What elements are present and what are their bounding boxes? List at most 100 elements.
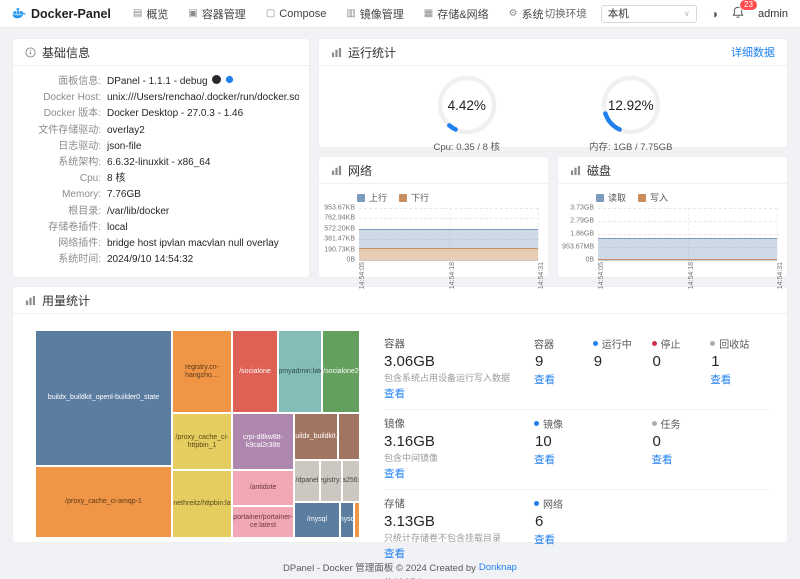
theme-toggle-icon[interactable]: ◑	[711, 7, 718, 21]
nav-item-存储&网络[interactable]: ▦存储&网络	[424, 6, 489, 22]
nav-item-概览[interactable]: ▤ 概览	[133, 6, 168, 22]
notification-bell-icon[interactable]: 23	[732, 6, 744, 22]
legend-swatch	[357, 194, 365, 202]
legend-swatch	[596, 194, 604, 202]
y-axis-tick: 190.73KB	[324, 246, 355, 253]
bug-icon[interactable]	[225, 74, 234, 90]
count-stat-view-link[interactable]: 查看	[534, 532, 555, 547]
x-axis-tick: 14:54:31	[777, 262, 784, 289]
disk-chart-title: 磁盘	[587, 162, 611, 179]
disk-chart-card: 磁盘 读取写入3.73GB2.79GB1.86GB953.67MB0B14:54…	[557, 156, 788, 278]
nav-item-镜像管理[interactable]: ▥镜像管理	[346, 6, 403, 22]
stat-row: 容器3.06GB包含系统占用设备运行写入数据查看容器9查看运行中9停止0回收站1…	[384, 330, 769, 410]
user-menu[interactable]: admin	[758, 8, 788, 20]
top-bar: Docker-Panel ▤ 概览 ▣容器管理 ▢Compose ▥镜像管理 ▦存储&网络…	[0, 0, 800, 28]
nav-item-label: 概览	[146, 6, 168, 22]
legend-label: 下行	[411, 191, 429, 204]
status-dot	[652, 341, 657, 346]
x-axis-tick: 14:54:18	[688, 262, 695, 289]
count-stat-header: 镜像	[534, 416, 652, 431]
base-info-row: Docker 版本:Docker Desktop - 27.0.3 - 1.46	[19, 106, 299, 122]
status-dot	[710, 341, 715, 346]
nav-item-系统[interactable]: ⚙系统	[509, 6, 544, 22]
env-select[interactable]: 本机 ∨	[601, 5, 697, 23]
count-stat-回收站: 回收站1查看	[710, 336, 769, 402]
count-stat-label: 网络	[543, 496, 563, 511]
env-select-value: 本机	[608, 6, 629, 21]
nav-item-容器管理[interactable]: ▣容器管理	[188, 6, 245, 22]
app-logo[interactable]: Docker-Panel	[12, 7, 111, 21]
series-band-读取	[598, 238, 777, 259]
y-axis-tick: 0B	[346, 257, 355, 264]
chevron-down-icon: ∨	[684, 9, 690, 18]
count-stat-header: 停止	[652, 336, 711, 351]
base-info-row: 系统架构:6.6.32-linuxkit - x86_64	[19, 155, 299, 171]
footer-author-link[interactable]: Donknap	[479, 562, 517, 573]
legend-item-上行[interactable]: 上行	[357, 191, 387, 204]
base-info-label: Memory:	[19, 187, 107, 203]
count-stat-任务: 任务0查看	[652, 416, 770, 482]
size-stat-view-link[interactable]: 查看	[384, 386, 405, 401]
nav-item-label: 镜像管理	[360, 6, 404, 22]
usage-title: 用量统计	[42, 292, 90, 309]
nav-item-Compose[interactable]: ▢Compose	[266, 8, 327, 20]
size-stat-容器: 容器3.06GB包含系统占用设备运行写入数据查看	[384, 336, 534, 402]
page-footer: DPanel - Docker 管理面板 © 2024 Created by D…	[0, 555, 800, 579]
gridline-vertical	[538, 208, 539, 260]
treemap-block: crpi-d8kw8tt-k9cal2r38tt	[232, 413, 294, 470]
x-axis-tick: 14:54:05	[598, 262, 605, 289]
count-stat-value: 0	[653, 433, 770, 450]
x-axis-tick: 14:54:18	[449, 262, 456, 289]
app-title: Docker-Panel	[31, 7, 111, 21]
size-stat-value: 3.16GB	[384, 433, 534, 450]
series-band-下行	[359, 248, 538, 260]
legend-item-下行[interactable]: 下行	[399, 191, 429, 204]
series-band-写入	[598, 259, 777, 260]
treemap-block: kennethreitz/httpbin:latest	[172, 470, 232, 538]
count-stat-header: 网络	[534, 496, 769, 511]
count-stat-label: 停止	[661, 336, 681, 351]
size-stat-value: 3.06GB	[384, 353, 534, 370]
container-icon: ▣	[188, 8, 197, 19]
base-info-value: local	[107, 220, 128, 236]
base-info-value: 7.76GB	[107, 187, 141, 203]
size-stat-value: 3.13GB	[384, 513, 534, 530]
base-info-value: 6.6.32-linuxkit - x86_64	[107, 155, 210, 171]
treemap-block: /antidote	[232, 470, 294, 506]
legend-label: 上行	[369, 191, 387, 204]
y-axis-tick: 0B	[585, 257, 594, 264]
treemap-block: /mysql	[294, 502, 340, 538]
size-stat-存储: 存储3.13GB只统计存储卷不包含挂载目录查看	[384, 496, 534, 562]
count-stat-value: 0	[653, 353, 711, 370]
x-axis-tick: 14:54:05	[359, 262, 366, 289]
treemap-block: buildx_buildkit_openl-builder0_state	[35, 330, 172, 466]
chart-legend: 读取写入	[558, 184, 787, 206]
chart-plot: 3.73GB2.79GB1.86GB953.67MB0B14:54:0514:5…	[598, 208, 777, 260]
base-info-value: Docker Desktop - 27.0.3 - 1.46	[107, 106, 243, 122]
usage-treemap: buildx_buildkit_openl-builder0_state/pro…	[35, 330, 360, 538]
detail-data-link[interactable]: 详细数据	[731, 44, 775, 60]
legend-item-写入[interactable]: 写入	[638, 191, 668, 204]
base-info-label: Docker Host:	[19, 90, 107, 106]
github-icon[interactable]	[212, 74, 221, 90]
count-grid-row: 网络6查看	[534, 496, 769, 562]
legend-swatch	[399, 194, 407, 202]
memory-gauge-ring: 12.92%	[600, 74, 662, 136]
size-stat-view-link[interactable]: 查看	[384, 466, 405, 481]
treemap-block: /buildx_buildkit…	[294, 413, 338, 460]
count-stat-view-link[interactable]: 查看	[710, 372, 731, 387]
count-stat-view-link[interactable]: 查看	[534, 452, 555, 467]
count-stat-view-link[interactable]: 查看	[534, 372, 555, 387]
legend-swatch	[638, 194, 646, 202]
base-info-value: bridge host ipvlan macvlan null overlay	[107, 236, 279, 252]
count-stat-网络: 网络6查看	[534, 496, 769, 562]
size-stat-desc: 包含系统占用设备运行写入数据	[384, 371, 534, 384]
legend-item-读取[interactable]: 读取	[596, 191, 626, 204]
treemap-block: sha256:28	[342, 460, 360, 502]
count-stat-header: 运行中	[593, 336, 652, 351]
base-info-label: Cpu:	[19, 171, 107, 187]
notification-badge: 23	[739, 0, 758, 11]
count-stat-header: 回收站	[710, 336, 769, 351]
overview-icon: ▤	[133, 8, 142, 19]
count-stat-view-link[interactable]: 查看	[652, 452, 673, 467]
